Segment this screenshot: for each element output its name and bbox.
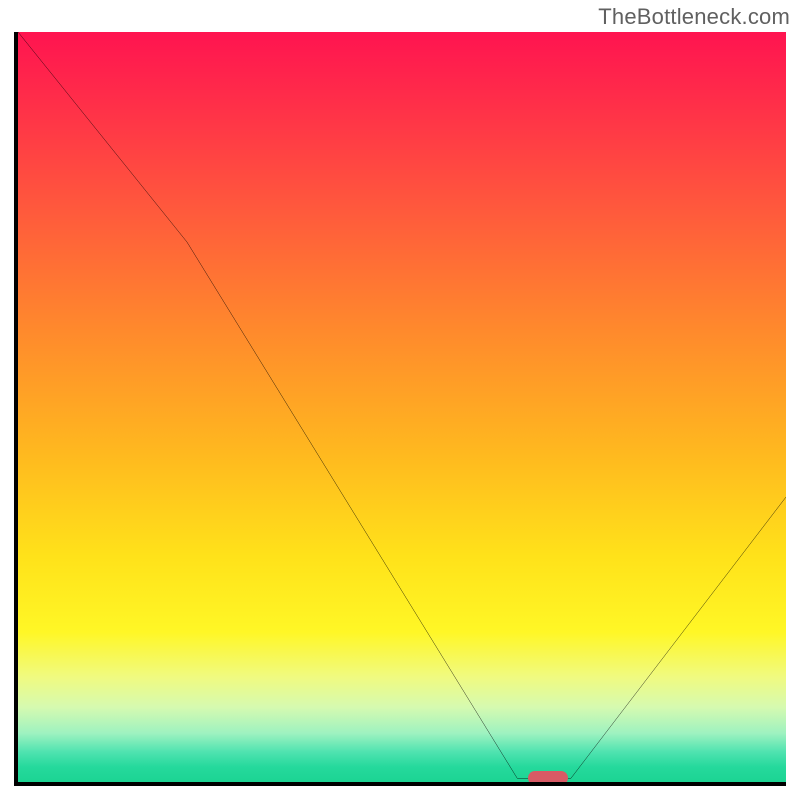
watermark-label: TheBottleneck.com: [598, 4, 790, 30]
optimal-marker: [528, 771, 568, 785]
bottleneck-curve: [18, 32, 786, 782]
plot-area: [14, 32, 786, 786]
chart-container: TheBottleneck.com: [0, 0, 800, 800]
